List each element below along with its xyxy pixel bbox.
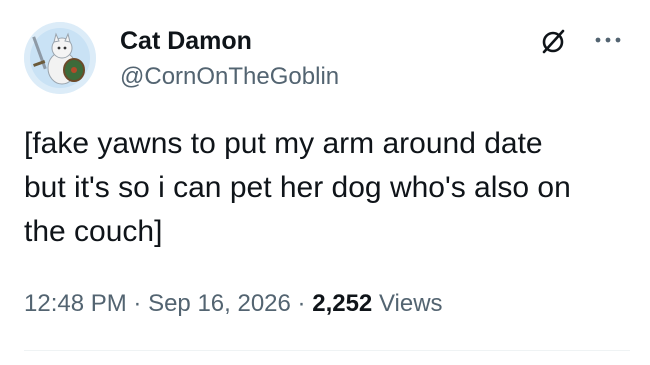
tweet-text-line: the couch] xyxy=(24,215,163,248)
tweet-date[interactable]: Sep 16, 2026 xyxy=(148,290,291,317)
meta-separator: · xyxy=(297,290,306,317)
avatar-cat-image xyxy=(24,22,96,94)
tweet-text-line: but it's so i can pet her dog who's also… xyxy=(24,171,571,204)
display-name[interactable]: Cat Damon xyxy=(120,26,339,56)
user-handle[interactable]: @CornOnTheGoblin xyxy=(120,62,339,92)
views-count: 2,252 xyxy=(312,290,373,317)
tweet-meta: 12:48 PM · Sep 16, 2026 · 2,252 Views xyxy=(24,288,443,320)
more-horizontal-icon[interactable] xyxy=(590,28,626,52)
tweet-card: Cat Damon @CornOnTheGoblin [fake yawns t… xyxy=(0,0,650,365)
author-block: Cat Damon @CornOnTheGoblin xyxy=(120,26,339,92)
views-label: Views xyxy=(378,290,443,317)
meta-separator: · xyxy=(133,290,142,317)
avatar[interactable] xyxy=(24,22,96,94)
tweet-text: [fake yawns to put my arm around date bu… xyxy=(24,122,624,254)
tweet-text-line: [fake yawns to put my arm around date xyxy=(24,127,543,160)
grok-slash-circle-icon[interactable] xyxy=(538,26,568,56)
divider xyxy=(24,350,630,351)
tweet-time[interactable]: 12:48 PM xyxy=(24,290,127,317)
